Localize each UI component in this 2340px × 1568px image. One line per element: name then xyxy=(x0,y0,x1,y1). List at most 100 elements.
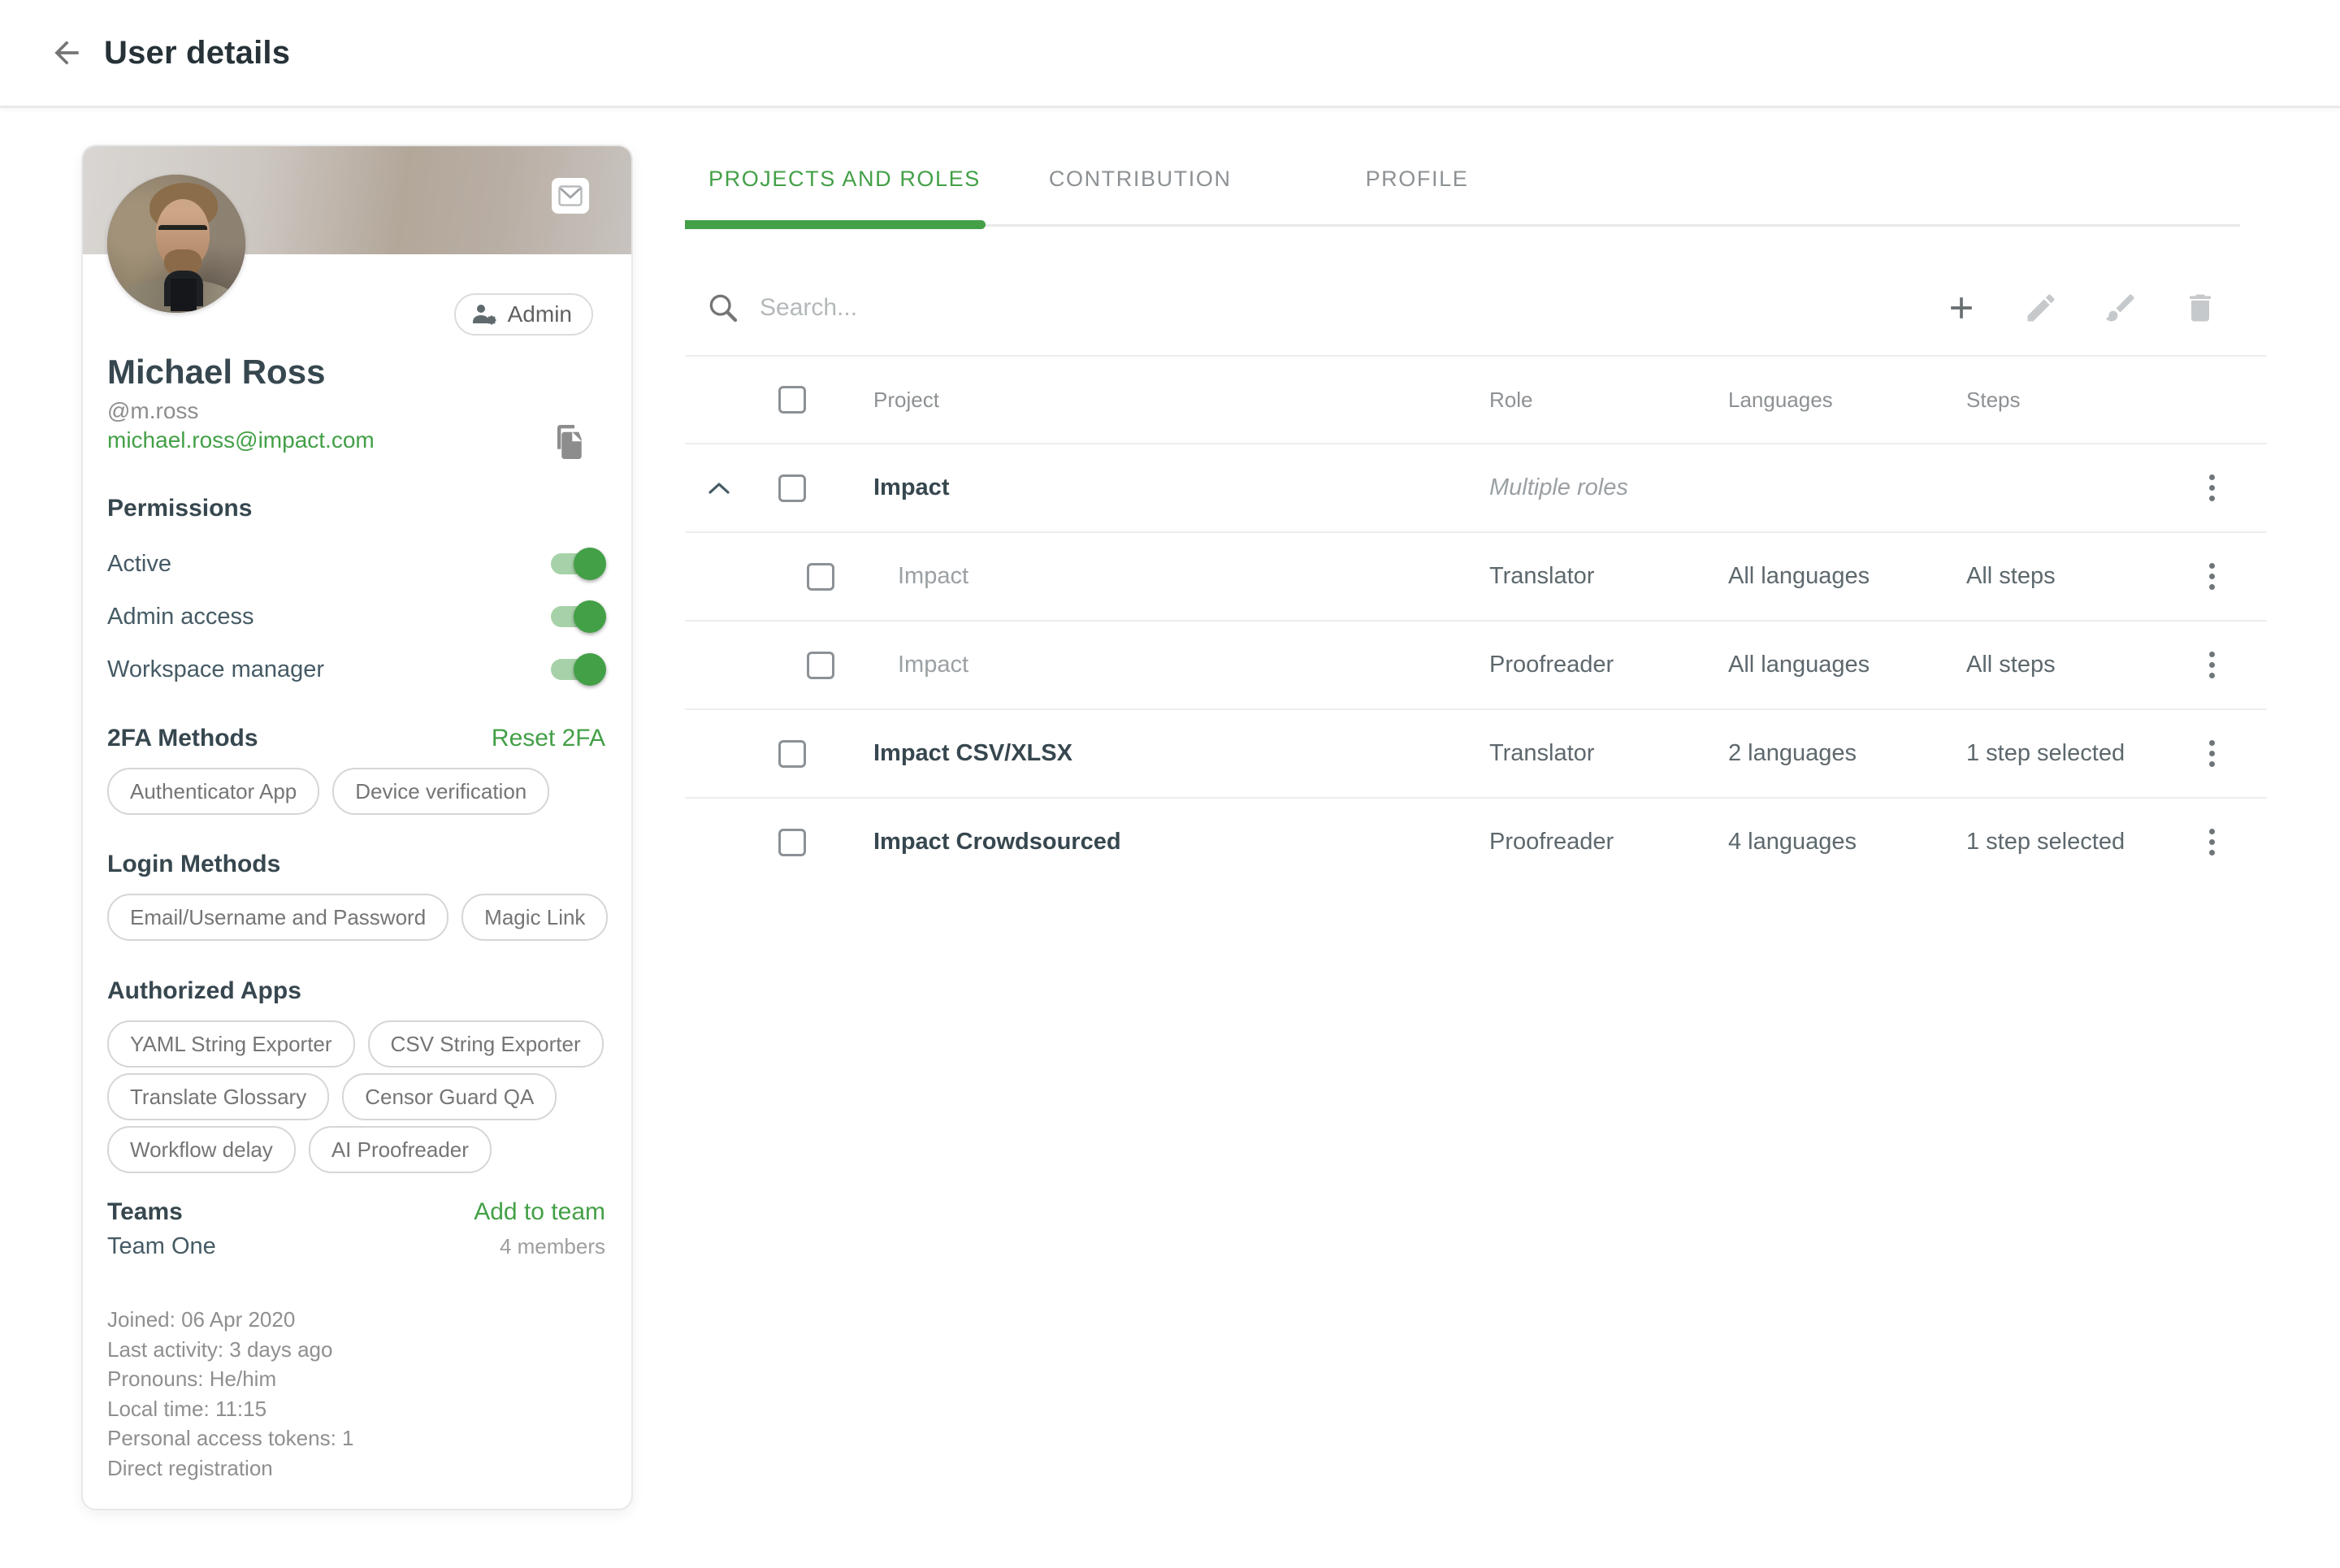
toggle-active[interactable] xyxy=(551,553,603,574)
user-name: Michael Ross xyxy=(107,353,325,392)
languages-cell: 4 languages xyxy=(1728,799,1963,886)
row-checkbox[interactable] xyxy=(807,563,834,591)
avatar-collar xyxy=(171,279,197,311)
meta-access-tokens: Personal access tokens: 1 xyxy=(107,1423,603,1453)
edit-button[interactable] xyxy=(2023,290,2059,326)
row-menu-kebab-icon[interactable] xyxy=(2203,734,2221,773)
meta-local-time: Local time: 11:15 xyxy=(107,1394,603,1424)
login-methods-chips: Email/Username and Password Magic Link xyxy=(107,894,609,941)
avatar-glasses xyxy=(158,225,207,243)
project-name: Impact xyxy=(898,533,968,620)
projects-table: Impact Multiple roles Impact Translator … xyxy=(685,444,2267,886)
delete-button[interactable] xyxy=(2182,290,2218,326)
chevron-up-icon xyxy=(705,479,733,497)
toggle-workspace-manager[interactable] xyxy=(551,659,603,680)
app-chip: AI Proofreader xyxy=(309,1126,492,1173)
add-button[interactable] xyxy=(1944,290,1979,326)
column-header-steps: Steps xyxy=(1966,357,2207,443)
row-checkbox[interactable] xyxy=(778,829,806,856)
copy-icon xyxy=(552,423,586,461)
back-button[interactable] xyxy=(42,28,91,77)
toolbar-buttons xyxy=(1944,260,2218,355)
permission-row-active: Active xyxy=(107,538,603,590)
column-header-role: Role xyxy=(1489,357,1725,443)
user-details-page: User details xyxy=(0,0,2340,1568)
teams-header: Teams Add to team xyxy=(107,1198,605,1226)
team-name: Team One xyxy=(107,1233,216,1260)
role-cell: Multiple roles xyxy=(1489,444,1725,531)
user-email-link[interactable]: michael.ross@impact.com xyxy=(107,427,375,453)
steps-cell: All steps xyxy=(1966,533,2207,620)
table-row-impact-csv-xlsx: Impact CSV/XLSX Translator 2 languages 1… xyxy=(685,710,2267,799)
row-checkbox[interactable] xyxy=(778,474,806,502)
reset-2fa-link[interactable]: Reset 2FA xyxy=(492,725,605,752)
avatar xyxy=(107,175,245,313)
copy-email-button[interactable] xyxy=(549,422,588,461)
pencil-icon xyxy=(2023,290,2059,326)
tab-profile[interactable]: PROFILE xyxy=(1279,167,1502,192)
meta-joined: Joined: 06 Apr 2020 xyxy=(107,1305,603,1335)
teams-title: Teams xyxy=(107,1198,183,1226)
profile-card: Admin Michael Ross @m.ross michael.ross@… xyxy=(81,145,633,1510)
app-chip: CSV String Exporter xyxy=(368,1020,604,1068)
broom-icon xyxy=(2103,290,2138,326)
search-input[interactable] xyxy=(758,283,1655,333)
twofa-chips: Authenticator App Device verification xyxy=(107,768,609,815)
plus-icon xyxy=(1944,290,1979,326)
project-name: Impact Crowdsourced xyxy=(873,799,1121,886)
row-menu-kebab-icon[interactable] xyxy=(2203,645,2221,685)
top-bar: User details xyxy=(0,0,2340,108)
permission-row-workspace-manager: Workspace manager xyxy=(107,643,603,695)
table-row-group-impact: Impact Multiple roles xyxy=(685,444,2267,533)
row-checkbox[interactable] xyxy=(778,740,806,768)
toggle-knob xyxy=(574,653,606,686)
login-methods-title: Login Methods xyxy=(107,851,280,878)
add-to-team-link[interactable]: Add to team xyxy=(474,1198,605,1226)
meta-registration: Direct registration xyxy=(107,1453,603,1484)
row-checkbox[interactable] xyxy=(807,652,834,679)
tabs-bar: PROJECTS AND ROLES CONTRIBUTION PROFILE xyxy=(685,138,2267,229)
arrow-left-icon xyxy=(49,35,84,71)
user-meta-block: Joined: 06 Apr 2020 Last activity: 3 day… xyxy=(107,1305,603,1483)
authorized-apps-header: Authorized Apps xyxy=(107,977,605,1005)
row-menu-kebab-icon[interactable] xyxy=(2203,468,2221,508)
admin-person-gear-icon xyxy=(470,302,498,327)
meta-last-activity: Last activity: 3 days ago xyxy=(107,1335,603,1365)
clear-filter-button[interactable] xyxy=(2103,290,2138,326)
search-icon xyxy=(701,286,745,330)
row-menu-kebab-icon[interactable] xyxy=(2203,822,2221,862)
collapse-row-button[interactable] xyxy=(705,444,733,531)
login-methods-header: Login Methods xyxy=(107,851,605,878)
row-menu-kebab-icon[interactable] xyxy=(2203,557,2221,596)
permission-label: Active xyxy=(107,551,171,578)
meta-pronouns: Pronouns: He/him xyxy=(107,1364,603,1394)
role-cell: Translator xyxy=(1489,533,1725,620)
app-chip: Censor Guard QA xyxy=(342,1073,557,1120)
team-members-count: 4 members xyxy=(500,1234,605,1259)
twofa-chip: Device verification xyxy=(332,768,549,815)
send-email-button[interactable] xyxy=(552,178,589,214)
twofa-header: 2FA Methods Reset 2FA xyxy=(107,725,605,752)
permissions-title: Permissions xyxy=(107,495,252,522)
tab-contribution[interactable]: CONTRIBUTION xyxy=(1002,167,1279,192)
languages-cell: All languages xyxy=(1728,622,1963,708)
team-row: Team One 4 members xyxy=(107,1233,605,1260)
table-header-row: Project Role Languages Steps xyxy=(685,357,2267,443)
permission-label: Workspace manager xyxy=(107,656,324,683)
page-title: User details xyxy=(104,35,290,71)
select-all-checkbox[interactable] xyxy=(778,386,806,414)
toggle-admin-access[interactable] xyxy=(551,606,603,627)
table-toolbar xyxy=(685,260,2267,355)
app-chip: Translate Glossary xyxy=(107,1073,329,1120)
envelope-icon xyxy=(558,185,583,206)
permission-label: Admin access xyxy=(107,604,254,630)
toggle-knob xyxy=(574,548,606,580)
project-name: Impact CSV/XLSX xyxy=(873,710,1072,797)
role-cell: Translator xyxy=(1489,710,1725,797)
table-row-impact-translator: Impact Translator All languages All step… xyxy=(685,533,2267,622)
table-row-impact-crowdsourced: Impact Crowdsourced Proofreader 4 langua… xyxy=(685,799,2267,886)
tab-projects-and-roles[interactable]: PROJECTS AND ROLES xyxy=(685,167,1002,192)
admin-badge-label: Admin xyxy=(508,301,572,327)
role-cell: Proofreader xyxy=(1489,622,1725,708)
admin-badge: Admin xyxy=(454,293,593,336)
